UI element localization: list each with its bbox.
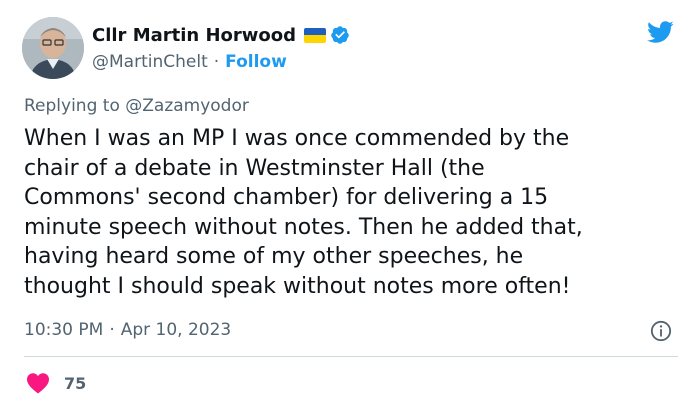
separator: ·	[213, 52, 220, 72]
tweet-date[interactable]: Apr 10, 2023	[121, 320, 232, 340]
like-button[interactable]: 75	[26, 372, 86, 394]
author-name-row: Cllr Martin Horwood	[92, 22, 350, 48]
replying-to: Replying to @Zazamyodor	[24, 96, 249, 116]
author-handle-row: @MartinChelt · Follow	[92, 50, 287, 74]
replying-to-label: Replying to	[24, 96, 120, 116]
replying-to-mention[interactable]: @Zazamyodor	[125, 96, 249, 116]
twitter-bird-icon[interactable]	[644, 18, 676, 46]
divider	[24, 356, 678, 357]
tweet-text: When I was an MP I was once commended by…	[24, 126, 583, 299]
author-display-name[interactable]: Cllr Martin Horwood	[92, 25, 296, 46]
ukraine-flag-icon	[304, 27, 327, 43]
verified-badge-icon	[331, 26, 349, 44]
separator: ·	[109, 320, 115, 340]
info-icon[interactable]	[650, 320, 672, 342]
heart-icon	[27, 373, 49, 394]
avatar[interactable]	[22, 17, 84, 79]
follow-button[interactable]: Follow	[225, 52, 287, 72]
tweet-timestamp[interactable]: 10:30 PM · Apr 10, 2023	[24, 320, 231, 340]
tweet-card: Cllr Martin Horwood @MartinChelt · Follo…	[0, 0, 700, 410]
author-handle[interactable]: @MartinChelt	[92, 52, 208, 72]
like-count: 75	[64, 373, 87, 393]
tweet-time[interactable]: 10:30 PM	[24, 320, 103, 340]
